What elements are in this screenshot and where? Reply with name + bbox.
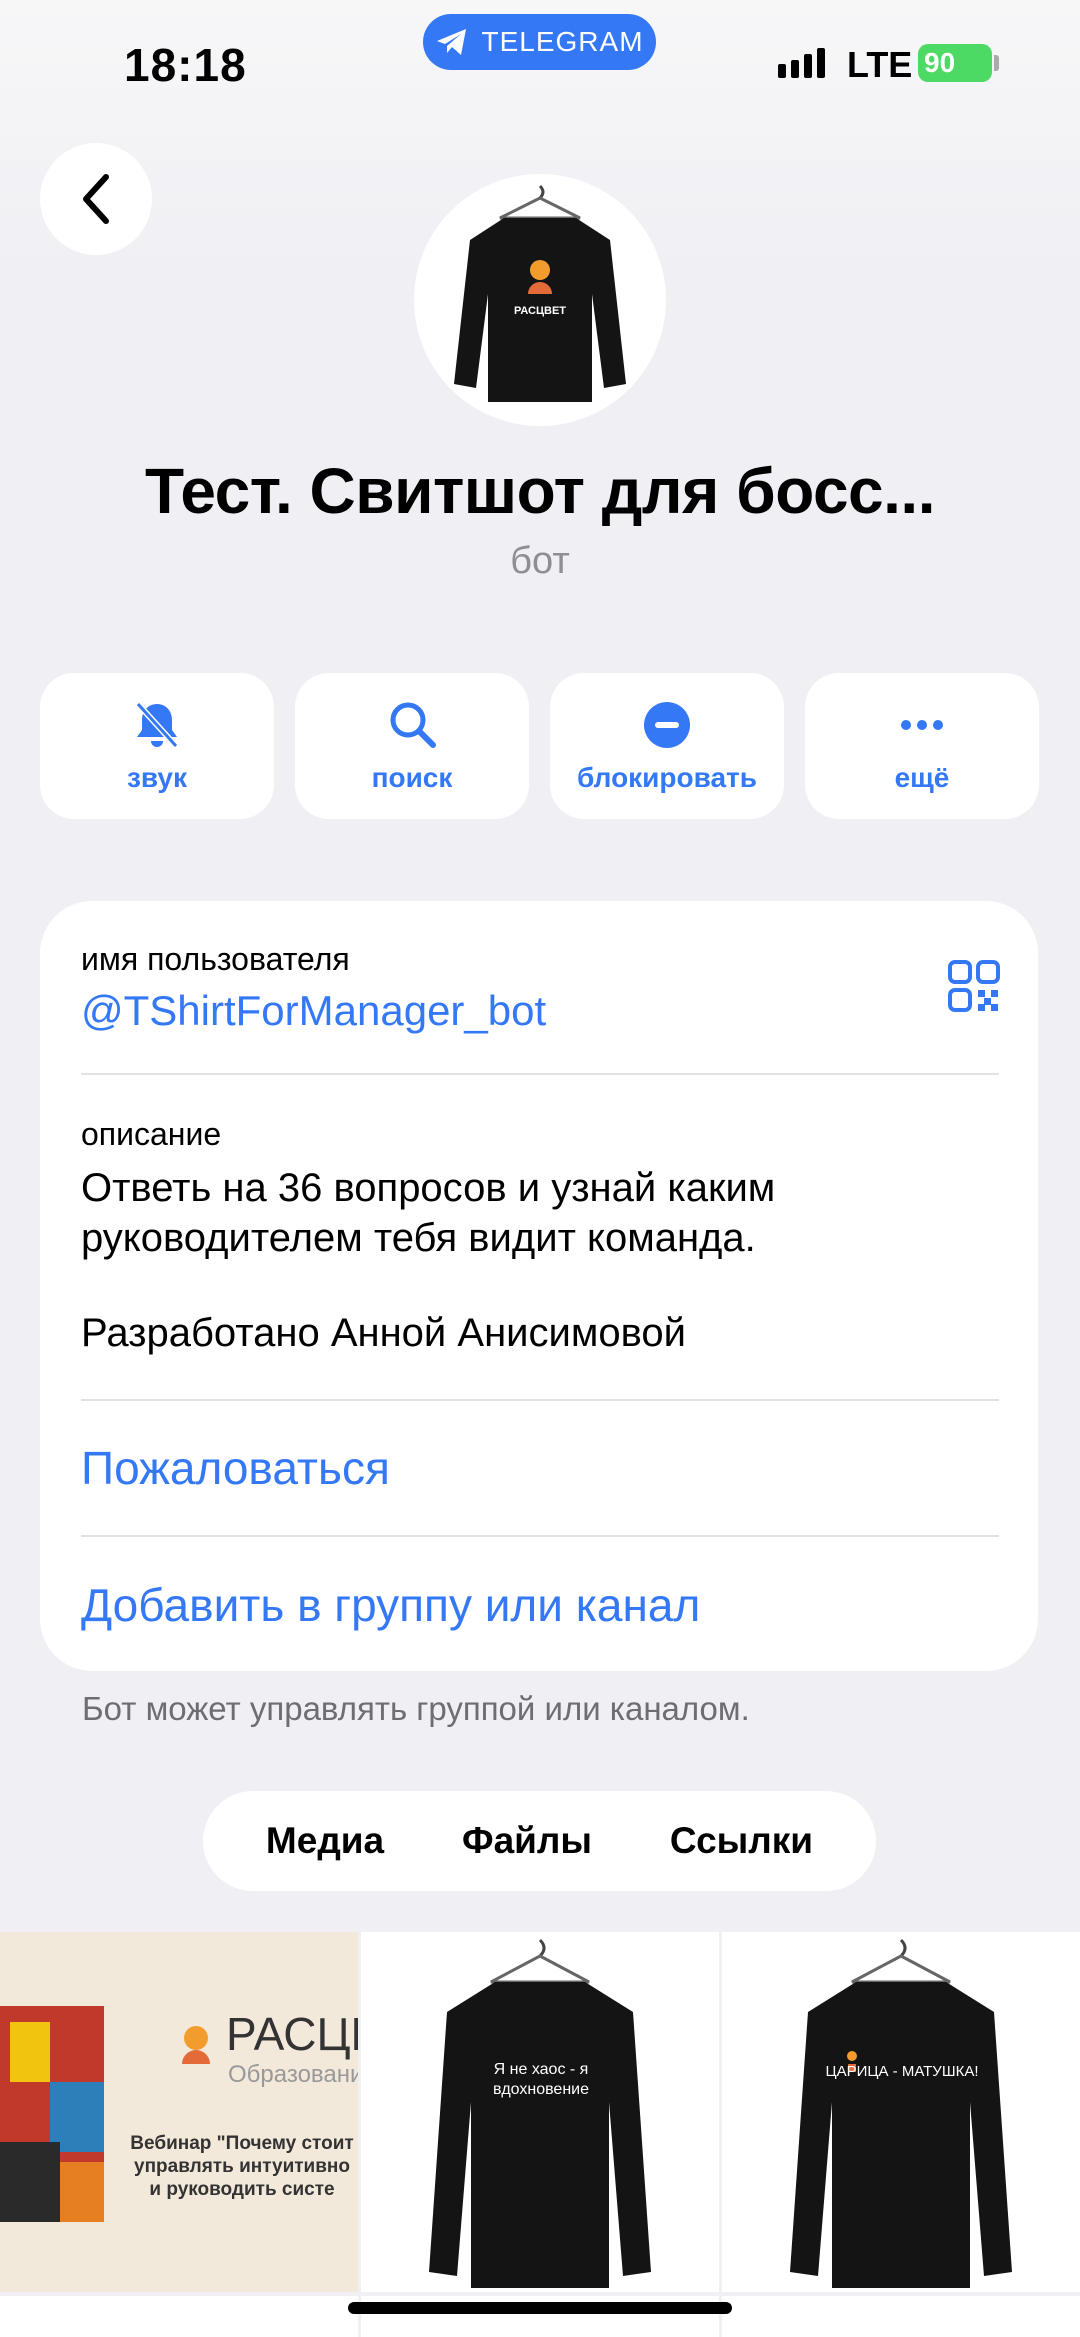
media-tile[interactable] — [722, 2296, 1080, 2337]
media-tile[interactable] — [0, 2296, 358, 2337]
block-label: блокировать — [577, 762, 757, 793]
description-text: Ответь на 36 вопросов и узнай каким руко… — [81, 1166, 776, 1260]
avatar-caption: РАСЦВЕТ — [514, 305, 566, 317]
divider — [81, 1073, 999, 1075]
search-button[interactable]: поиск — [295, 673, 529, 819]
description-label: описание — [81, 1116, 222, 1152]
report-link[interactable]: Пожаловаться — [81, 1441, 390, 1495]
more-icon — [901, 720, 943, 730]
add-to-group-link[interactable]: Добавить в группу или канал — [81, 1578, 700, 1632]
tile-caption: ЦАРИЦА - МАТУШКА! — [826, 2063, 979, 2080]
tile-caption: Вебинар "Почему стоит управлять интуитив… — [130, 2133, 354, 2200]
block-button[interactable]: блокировать — [550, 673, 784, 819]
search-icon — [390, 702, 436, 748]
mute-button[interactable]: звук — [40, 673, 274, 819]
media-tile[interactable]: Я не хаос - я вдохновение — [361, 1932, 719, 2292]
back-button[interactable] — [40, 143, 152, 255]
status-time: 18:18 — [124, 39, 247, 91]
media-tabs: Медиа Файлы Ссылки — [203, 1791, 876, 1891]
bot-avatar[interactable]: РАСЦВЕТ — [414, 174, 666, 426]
developer-text: Разработано Анной Анисимовой — [81, 1311, 686, 1355]
page-title: Тест. Свитшот для босс... — [145, 455, 935, 527]
bell-slash-icon — [135, 701, 179, 749]
sweatshirt-image: Я не хаос - я вдохновение — [429, 1938, 651, 2288]
telegram-pill-label: TELEGRAM — [481, 26, 644, 57]
divider — [81, 1399, 999, 1401]
page-subtitle: бот — [510, 540, 570, 582]
battery-level: 90 — [924, 47, 956, 78]
tab-links[interactable]: Ссылки — [670, 1820, 813, 1862]
battery-tip — [994, 55, 999, 71]
chevron-left-icon — [83, 174, 109, 224]
sweatshirt-image: РАСЦВЕТ — [454, 184, 626, 402]
divider — [81, 1535, 999, 1537]
action-bar: звук поиск блокировать ещё — [40, 673, 1039, 819]
media-tile[interactable]: РАСЦВЕТ Образовани Вебинар "Почему стоит… — [0, 1932, 358, 2292]
media-tile[interactable]: ЦАРИЦА - МАТУШКА! — [722, 1932, 1080, 2292]
signal-icon — [778, 48, 825, 78]
more-label: ещё — [894, 762, 950, 793]
more-button[interactable]: ещё — [805, 673, 1039, 819]
tile-brand: РАСЦВЕТ — [226, 2008, 358, 2060]
mute-label: звук — [126, 762, 188, 793]
battery-icon: 90 — [918, 44, 992, 82]
telegram-icon — [437, 29, 467, 55]
qr-code-icon[interactable] — [947, 959, 1001, 1013]
telegram-pill[interactable]: TELEGRAM — [423, 14, 656, 70]
tile-caption: Я не хаос - я вдохновение — [493, 2061, 589, 2098]
info-card: имя пользователя @TShirtForManager_bot о… — [40, 901, 1038, 1671]
tab-media[interactable]: Медиа — [266, 1820, 384, 1862]
bot-permission-note: Бот может управлять группой или каналом. — [82, 1690, 750, 1727]
username-label: имя пользователя — [81, 941, 350, 977]
network-type: LTE — [847, 44, 913, 85]
media-grid: РАСЦВЕТ Образовани Вебинар "Почему стоит… — [0, 1932, 1080, 2337]
search-label: поиск — [371, 762, 453, 793]
username-link[interactable]: @TShirtForManager_bot — [81, 987, 546, 1035]
home-indicator[interactable] — [348, 2302, 732, 2314]
webinar-banner-image: РАСЦВЕТ Образовани Вебинар "Почему стоит… — [0, 2006, 358, 2222]
tab-files[interactable]: Файлы — [462, 1820, 592, 1862]
sweatshirt-image: ЦАРИЦА - МАТУШКА! — [790, 1938, 1012, 2288]
block-icon — [644, 702, 690, 748]
tile-sub: Образовани — [228, 2061, 358, 2088]
